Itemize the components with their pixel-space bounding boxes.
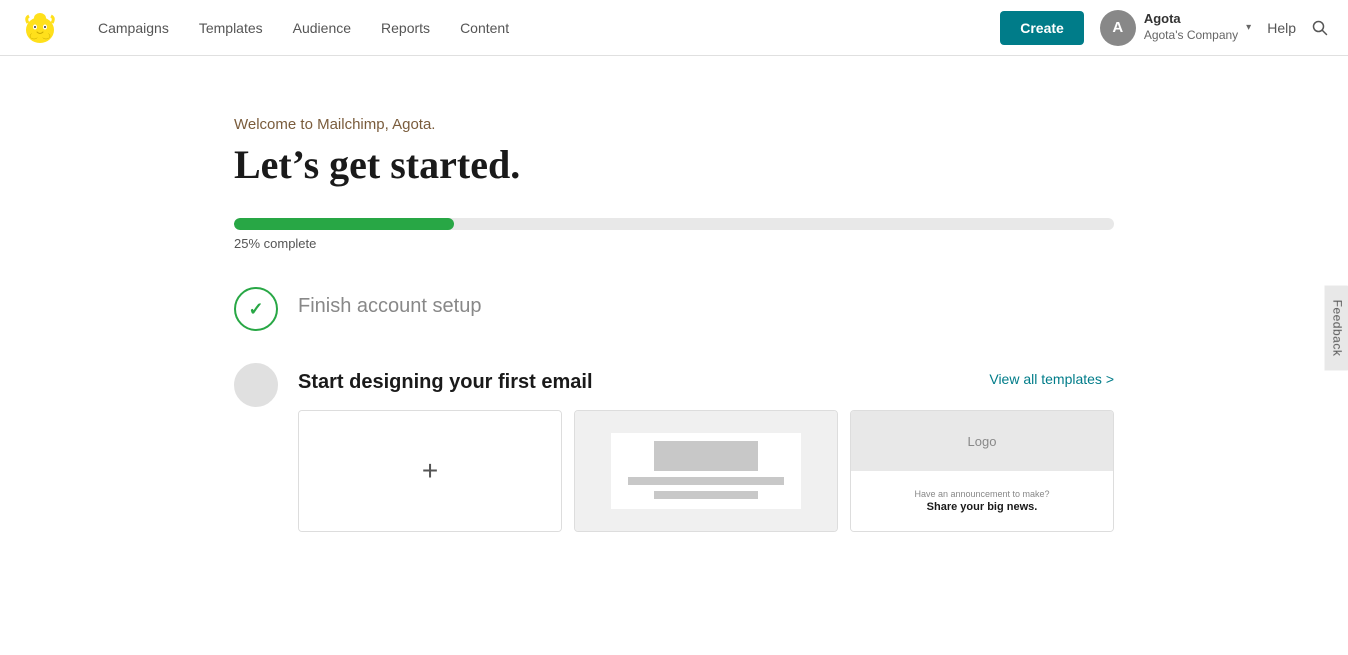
- template-card-layout[interactable]: [574, 410, 838, 532]
- nav-links: Campaigns Templates Audience Reports Con…: [84, 12, 1000, 44]
- create-button[interactable]: Create: [1000, 11, 1084, 45]
- layout-card-content: [575, 411, 837, 531]
- layout-preview: [611, 433, 801, 510]
- nav-reports[interactable]: Reports: [367, 12, 444, 44]
- step-circle-pending: [234, 363, 278, 407]
- user-info: Agota Agota's Company: [1144, 11, 1238, 43]
- search-button[interactable]: [1312, 20, 1328, 36]
- help-link[interactable]: Help: [1267, 20, 1296, 36]
- template-card-announcement[interactable]: Logo Have an announcement to make? Share…: [850, 410, 1114, 532]
- progress-label: 25% complete: [234, 236, 1114, 251]
- navbar: Campaigns Templates Audience Reports Con…: [0, 0, 1348, 56]
- nav-right: Create A Agota Agota's Company ▾ Help: [1000, 10, 1328, 46]
- step-title-design: Start designing your first email: [298, 371, 593, 394]
- view-all-templates-link[interactable]: View all templates >: [989, 371, 1114, 387]
- nav-templates[interactable]: Templates: [185, 12, 277, 44]
- card-tagline: Have an announcement to make?: [914, 489, 1049, 499]
- nav-content[interactable]: Content: [446, 12, 523, 44]
- checkmark-icon: ✓: [248, 299, 263, 320]
- step-account-setup: ✓ Finish account setup: [234, 287, 1114, 331]
- user-menu-chevron-icon: ▾: [1246, 22, 1251, 33]
- logo-label: Logo: [968, 434, 997, 449]
- card-logo-area: Logo: [851, 411, 1113, 471]
- step-circle-completed: ✓: [234, 287, 278, 331]
- user-company: Agota's Company: [1144, 28, 1238, 44]
- layout-image-placeholder: [654, 441, 759, 471]
- step-content-design: Start designing your first email View al…: [298, 363, 1114, 532]
- layout-line-2: [654, 491, 759, 499]
- step-header: Start designing your first email View al…: [298, 363, 1114, 394]
- blank-card-content: +: [299, 411, 561, 531]
- card-ann-bottom: Have an announcement to make? Share your…: [851, 471, 1113, 531]
- feedback-tab[interactable]: Feedback: [1325, 285, 1348, 370]
- search-icon: [1312, 20, 1328, 36]
- step-content-account: Finish account setup: [298, 287, 1114, 318]
- progress-fill: [234, 218, 454, 230]
- nav-campaigns[interactable]: Campaigns: [84, 12, 183, 44]
- layout-line-1: [628, 477, 785, 485]
- mailchimp-logo[interactable]: [20, 8, 60, 48]
- template-cards: +: [298, 410, 1114, 532]
- user-avatar: A: [1100, 10, 1136, 46]
- main-content: Welcome to Mailchimp, Agota. Let’s get s…: [74, 56, 1274, 604]
- announcement-card-content: Logo Have an announcement to make? Share…: [851, 411, 1113, 531]
- steps-section: ✓ Finish account setup Start designing y…: [234, 287, 1114, 532]
- user-name: Agota: [1144, 11, 1238, 28]
- template-card-blank[interactable]: +: [298, 410, 562, 532]
- nav-audience[interactable]: Audience: [279, 12, 365, 44]
- user-menu[interactable]: A Agota Agota's Company ▾: [1100, 10, 1251, 46]
- step-design-email: Start designing your first email View al…: [234, 363, 1114, 532]
- progress-track: [234, 218, 1114, 230]
- progress-container: 25% complete: [234, 218, 1114, 251]
- plus-icon: +: [422, 455, 438, 487]
- card-heading: Share your big news.: [927, 501, 1038, 513]
- welcome-text: Welcome to Mailchimp, Agota.: [234, 116, 1114, 133]
- page-headline: Let’s get started.: [234, 141, 1114, 188]
- step-title-account: Finish account setup: [298, 295, 1114, 318]
